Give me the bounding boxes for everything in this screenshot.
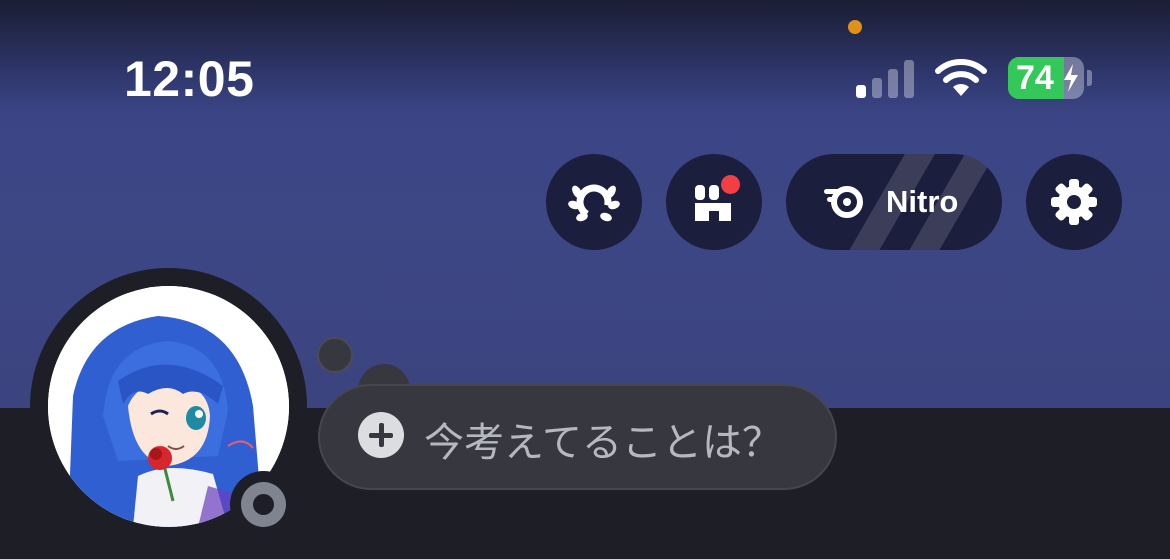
notification-dot [721,175,740,194]
plus-icon[interactable] [358,412,404,458]
shop-button[interactable] [666,154,762,250]
nitro-label: Nitro [886,184,959,219]
presence-offline-hole [253,494,274,515]
nitro-button[interactable]: Nitro [786,154,1002,250]
privacy-indicator-dot [848,20,862,34]
nitro-icon [824,186,863,218]
charging-bolt-icon [1064,64,1078,92]
cellular-signal-icon [856,58,916,98]
custom-status-placeholder[interactable]: 今考えてることは？ [424,418,782,468]
settings-button[interactable] [1026,154,1122,250]
thought-bubble-dot [317,337,353,373]
quests-button[interactable] [546,154,642,250]
battery-icon: 74 [1008,57,1084,99]
battery-cap [1087,70,1092,86]
laurel-wreath-icon [568,184,620,222]
profile-screen: 12:05 74 Nitro 今考えてることは？ [0,0,1170,559]
gear-icon [1051,179,1097,225]
battery-percentage: 74 [1016,59,1054,97]
status-bar-time: 12:05 [124,51,255,107]
wifi-icon [935,59,987,96]
